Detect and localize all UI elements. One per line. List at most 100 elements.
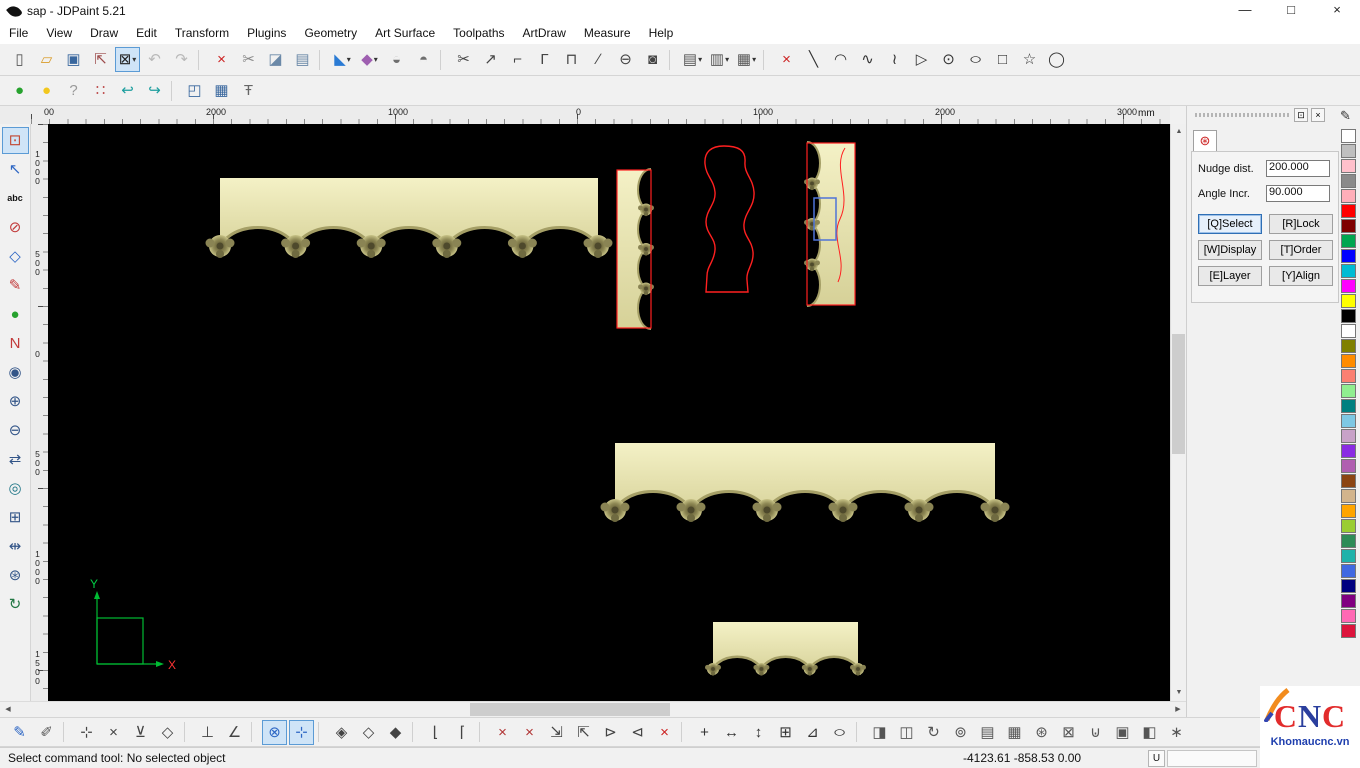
palette-color-swatch[interactable] (1341, 579, 1356, 593)
select-mode-button[interactable]: ⊠ (115, 47, 140, 72)
zoom-in-tool[interactable]: ⊕ (2, 388, 29, 415)
mirror-vertical-button[interactable]: ◆ (383, 720, 408, 745)
palette-color-swatch[interactable] (1341, 249, 1356, 263)
array-copy-button[interactable]: ◫ (894, 720, 919, 745)
redo-button[interactable]: ↷ (169, 47, 194, 72)
mirror-copy-button[interactable]: ◨ (867, 720, 892, 745)
light-bulb-button[interactable]: ● (34, 78, 59, 103)
palette-color-swatch[interactable] (1341, 444, 1356, 458)
grid-display-button[interactable]: ▦ (209, 78, 234, 103)
group-button[interactable]: ◧ (1137, 720, 1162, 745)
display-button[interactable]: [W]Display (1198, 240, 1262, 260)
spline-tool-button[interactable]: ≀ (882, 47, 907, 72)
palette-color-swatch[interactable] (1341, 624, 1356, 638)
nest-button[interactable]: ⊠ (1056, 720, 1081, 745)
relief-strip-middle[interactable] (601, 443, 1010, 522)
menu-item[interactable]: Transform (166, 22, 238, 44)
dim-rect-button[interactable]: ⊞ (773, 720, 798, 745)
node-edit-tool[interactable]: ↖ (2, 156, 29, 183)
zoom-window-tool[interactable]: ⊞ (2, 504, 29, 531)
separator[interactable] (319, 50, 326, 70)
palette-color-swatch[interactable] (1341, 504, 1356, 518)
separator[interactable] (479, 722, 486, 742)
pick-tool[interactable]: ⊡ (2, 127, 29, 154)
snap-node-button[interactable]: ⊹ (289, 720, 314, 745)
copy-button[interactable]: ◪ (263, 47, 288, 72)
row-array-button[interactable]: ▤ (975, 720, 1000, 745)
delete-measure-button[interactable]: × (652, 720, 677, 745)
palette-color-swatch[interactable] (1341, 594, 1356, 608)
vertical-scroll-thumb[interactable] (1172, 334, 1185, 454)
unit-toggle-button[interactable]: U (1148, 750, 1165, 767)
maximize-button[interactable]: □ (1268, 0, 1314, 22)
palette-color-swatch[interactable] (1341, 219, 1356, 233)
palette-color-swatch[interactable] (1341, 324, 1356, 338)
zoom-previous-tool[interactable]: ⇄ (2, 446, 29, 473)
redraw-tool[interactable]: ↻ (2, 591, 29, 618)
palette-color-swatch[interactable] (1341, 294, 1356, 308)
line-tool-button[interactable]: ╲ (801, 47, 826, 72)
weld-button[interactable]: ⊍ (1083, 720, 1108, 745)
material-balls-button[interactable]: ∷ (88, 78, 113, 103)
menu-item[interactable]: Measure (575, 22, 640, 44)
arc-tool-button[interactable]: ◠ (828, 47, 853, 72)
palette-color-swatch[interactable] (1341, 519, 1356, 533)
ellipse-tool-button[interactable]: ○ (963, 47, 988, 72)
zoom-object-tool[interactable]: ◉ (2, 359, 29, 386)
new-document-button[interactable]: ▯ (7, 47, 32, 72)
palette-color-swatch[interactable] (1341, 534, 1356, 548)
moulding-profile-outline[interactable] (705, 146, 754, 292)
separator[interactable] (681, 722, 688, 742)
palette-color-swatch[interactable] (1341, 339, 1356, 353)
palette-color-swatch[interactable] (1341, 369, 1356, 383)
order-back-button[interactable]: ⊲ (625, 720, 650, 745)
open-folder-button[interactable]: ▱ (34, 47, 59, 72)
chamfer-corner-button[interactable]: Γ (532, 47, 557, 72)
angle-incr-input[interactable]: 90.000 (1266, 185, 1330, 202)
mirror-horizontal-button[interactable]: ◇ (356, 720, 381, 745)
slant-line-button[interactable]: ∕ (586, 47, 611, 72)
polygon-tool-button[interactable]: ▷ (909, 47, 934, 72)
relief-strip-small[interactable] (705, 622, 866, 676)
center-circle-tool-button[interactable]: ⊙ (936, 47, 961, 72)
measure-distance-button[interactable]: × (517, 720, 542, 745)
magnify-tool[interactable]: ⊛ (2, 562, 29, 589)
pick-corner-button[interactable]: ⇱ (571, 720, 596, 745)
render-mode-button[interactable]: ● (7, 78, 32, 103)
array-pattern-button[interactable]: ▤ (680, 47, 705, 72)
view-next-button[interactable]: ↪ (142, 78, 167, 103)
relief-back-view-button[interactable]: ◓ (411, 47, 436, 72)
draw-calligraphy-button[interactable]: ✐ (34, 720, 59, 745)
separator[interactable] (440, 50, 447, 70)
separator[interactable] (856, 722, 863, 742)
palette-color-swatch[interactable] (1341, 489, 1356, 503)
lighting-button[interactable]: Ŧ (236, 78, 261, 103)
palette-color-swatch[interactable] (1341, 204, 1356, 218)
nudge-dist-input[interactable]: 200.000 (1266, 160, 1330, 177)
point-tool-button[interactable]: × (774, 47, 799, 72)
palette-color-swatch[interactable] (1341, 174, 1356, 188)
perpendicular-button[interactable]: ⊥ (195, 720, 220, 745)
palette-color-swatch[interactable] (1341, 354, 1356, 368)
text-tool[interactable]: abc (2, 185, 29, 212)
panel-close-button[interactable]: × (1311, 108, 1325, 122)
align-button[interactable]: [Y]Align (1269, 266, 1333, 286)
menu-item[interactable]: Draw (81, 22, 127, 44)
separator[interactable] (251, 722, 258, 742)
transform-tool[interactable]: ◇ (2, 243, 29, 270)
close-button[interactable]: × (1314, 0, 1360, 22)
scroll-left-button[interactable]: ◀ (0, 702, 16, 718)
rectangle-tool-button[interactable]: □ (990, 47, 1015, 72)
extend-curve-button[interactable]: ↗ (478, 47, 503, 72)
menu-item[interactable]: Toolpaths (444, 22, 513, 44)
vertical-scrollbar[interactable]: ▲ ▼ (1170, 124, 1187, 701)
menu-item[interactable]: Art Surface (366, 22, 444, 44)
pick-direction-button[interactable]: ⇲ (544, 720, 569, 745)
separator[interactable] (198, 50, 205, 70)
palette-color-swatch[interactable] (1341, 414, 1356, 428)
align-bottom-button[interactable]: ⌊ (423, 720, 448, 745)
palette-color-swatch[interactable] (1341, 609, 1356, 623)
rounded-rect-button[interactable]: ◙ (640, 47, 665, 72)
relief-strip-top[interactable] (206, 178, 613, 258)
separator[interactable] (669, 50, 676, 70)
